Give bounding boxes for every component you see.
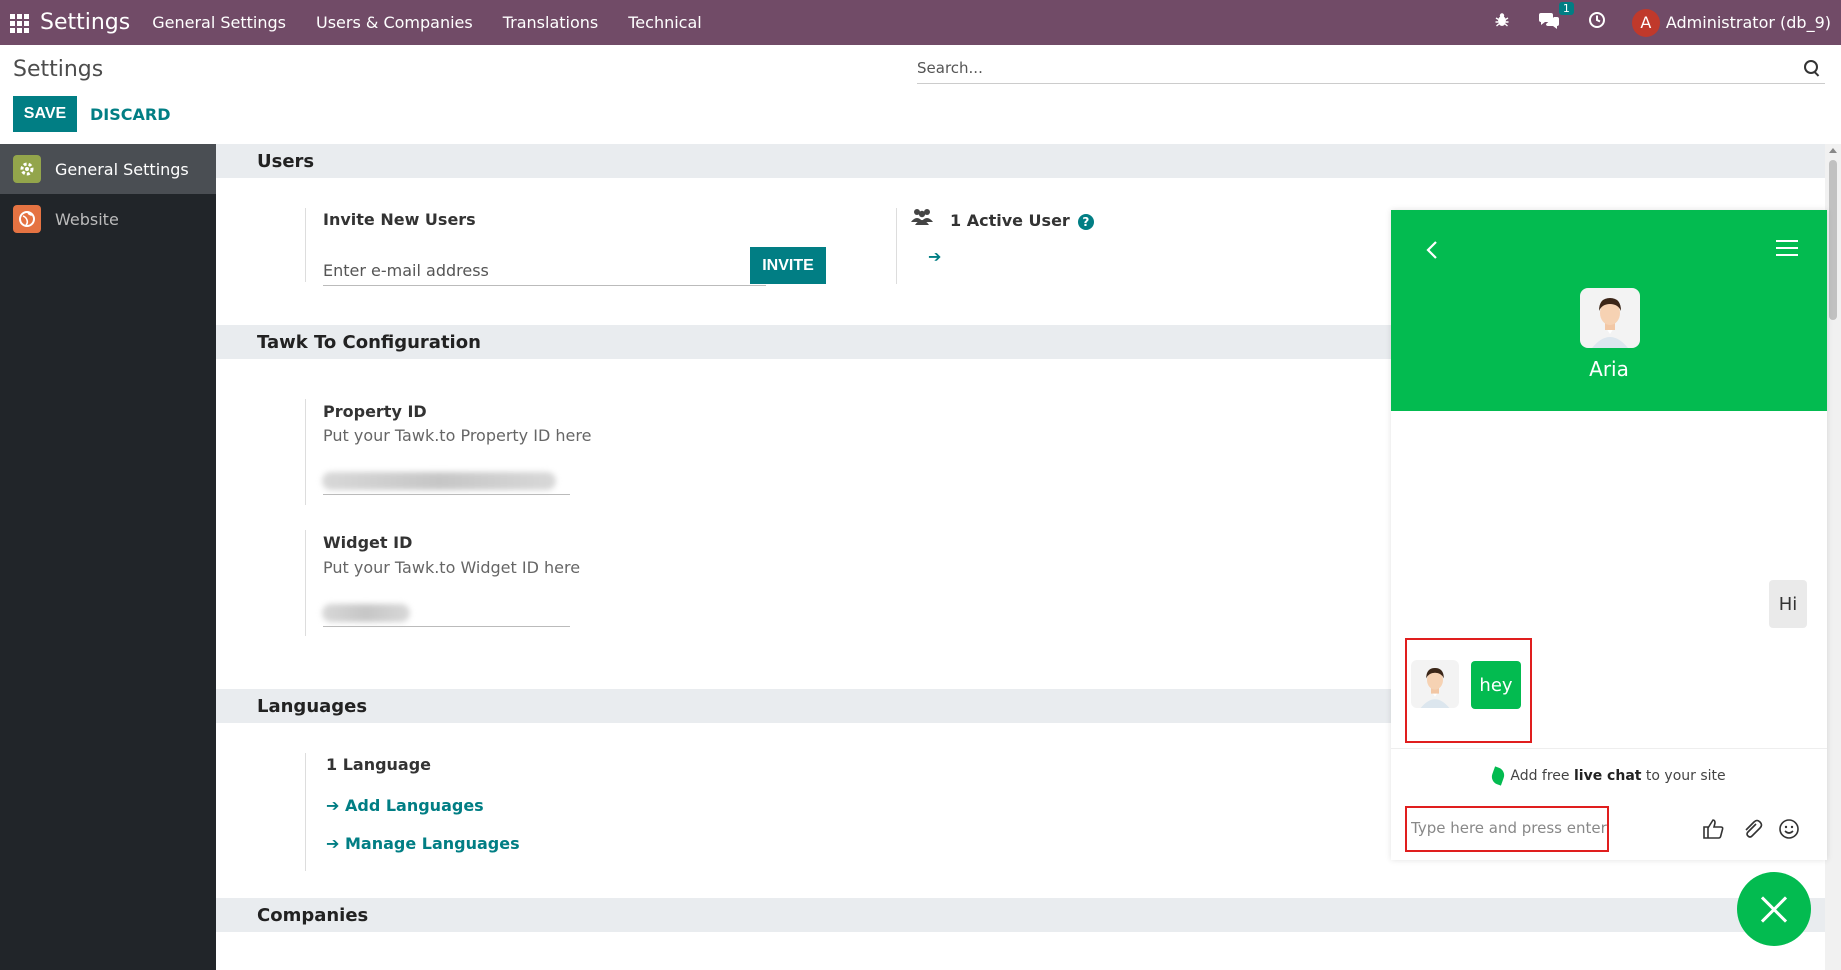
- active-users-text: 1 Active User: [950, 211, 1070, 230]
- scroll-up-icon[interactable]: [1829, 148, 1837, 153]
- menu-technical[interactable]: Technical: [628, 13, 701, 32]
- menu-users-companies[interactable]: Users & Companies: [316, 13, 473, 32]
- page-scrollbar[interactable]: [1825, 144, 1841, 970]
- gear-icon: [13, 155, 41, 183]
- property-id-label: Property ID: [323, 402, 427, 421]
- invite-button[interactable]: INVITE: [750, 247, 826, 284]
- hamburger-menu-icon[interactable]: [1776, 240, 1798, 256]
- divider: [305, 530, 306, 636]
- active-users-count: 1 Active User?: [950, 211, 1094, 230]
- tawk-promo[interactable]: Add free live chat to your site: [1391, 766, 1827, 786]
- save-button[interactable]: SAVE: [13, 96, 77, 132]
- visitor-message: Hi: [1769, 580, 1807, 628]
- bug-icon[interactable]: [1494, 12, 1510, 33]
- promo-bold: live chat: [1573, 768, 1642, 784]
- close-chat-button[interactable]: [1737, 872, 1811, 946]
- search-input[interactable]: [917, 58, 1803, 77]
- widget-id-label: Widget ID: [323, 533, 413, 552]
- add-languages-label: Add Languages: [344, 796, 484, 815]
- help-icon[interactable]: ?: [1077, 213, 1094, 230]
- settings-sidebar: General Settings Website: [0, 144, 216, 970]
- arrow-right-icon: ➔: [928, 247, 942, 266]
- navbar-systray: 1 A Administrator (db_9): [1466, 0, 1831, 45]
- section-users-heading: Users: [216, 144, 1825, 178]
- agent-message-avatar: [1411, 660, 1459, 708]
- sidebar-item-label: Website: [55, 209, 119, 229]
- arrow-right-icon: ➔: [326, 796, 345, 815]
- agent-name: Aria: [1589, 357, 1629, 381]
- section-companies-heading: Companies: [216, 898, 1825, 932]
- invite-email-input[interactable]: [323, 256, 766, 286]
- paperclip-icon[interactable]: [1741, 818, 1763, 840]
- property-id-description: Put your Tawk.to Property ID here: [323, 426, 592, 445]
- language-count: 1 Language: [326, 755, 432, 774]
- manage-users-link[interactable]: ➔: [928, 247, 941, 266]
- divider: [1391, 748, 1827, 749]
- tawk-leaf-icon: [1489, 766, 1507, 786]
- chat-message-input[interactable]: [1407, 808, 1607, 848]
- top-navbar: Settings General Settings Users & Compan…: [0, 0, 1841, 45]
- search-bar: [917, 52, 1825, 84]
- page-title: Settings: [13, 57, 104, 82]
- invite-users-label: Invite New Users: [323, 210, 476, 229]
- emoji-icon[interactable]: [1778, 818, 1800, 840]
- chat-messages-icon[interactable]: 1: [1538, 2, 1574, 34]
- scrollbar-thumb[interactable]: [1829, 160, 1837, 320]
- sidebar-item-general-settings[interactable]: General Settings: [0, 144, 216, 194]
- divider: [896, 208, 897, 284]
- divider: [305, 399, 306, 505]
- manage-languages-link[interactable]: ➔ Manage Languages: [326, 834, 520, 853]
- widget-id-field[interactable]: [323, 601, 570, 627]
- users-group-icon: [911, 208, 933, 231]
- tawk-chat-widget: Aria Hi hey Add free live chat to your s…: [1391, 210, 1827, 860]
- add-languages-link[interactable]: ➔ Add Languages: [326, 796, 484, 815]
- sidebar-item-website[interactable]: Website: [0, 194, 216, 244]
- back-arrow-icon[interactable]: [1425, 238, 1439, 266]
- arrow-right-icon: ➔: [326, 834, 345, 853]
- divider: [305, 208, 306, 282]
- search-icon[interactable]: [1803, 59, 1821, 77]
- menu-translations[interactable]: Translations: [503, 13, 599, 32]
- agent-avatar: [1580, 288, 1640, 348]
- manage-languages-label: Manage Languages: [344, 834, 520, 853]
- app-brand[interactable]: Settings: [40, 10, 130, 35]
- globe-icon: [13, 205, 41, 233]
- clock-activity-icon[interactable]: [1588, 11, 1606, 34]
- promo-suffix: to your site: [1641, 768, 1726, 784]
- divider: [305, 753, 306, 871]
- thumbs-up-icon[interactable]: [1702, 818, 1724, 840]
- chat-header: Aria: [1391, 210, 1827, 411]
- discard-button[interactable]: DISCARD: [90, 96, 170, 132]
- user-menu[interactable]: Administrator (db_9): [1666, 13, 1831, 32]
- chat-count-badge: 1: [1558, 2, 1574, 15]
- user-avatar[interactable]: A: [1631, 8, 1660, 37]
- menu-general-settings[interactable]: General Settings: [152, 13, 286, 32]
- widget-id-description: Put your Tawk.to Widget ID here: [323, 558, 581, 577]
- agent-message: hey: [1471, 661, 1521, 709]
- promo-prefix: Add free: [1510, 768, 1574, 784]
- sidebar-item-label: General Settings: [55, 159, 189, 179]
- apps-menu-icon[interactable]: [8, 12, 30, 34]
- property-id-field[interactable]: [323, 469, 570, 495]
